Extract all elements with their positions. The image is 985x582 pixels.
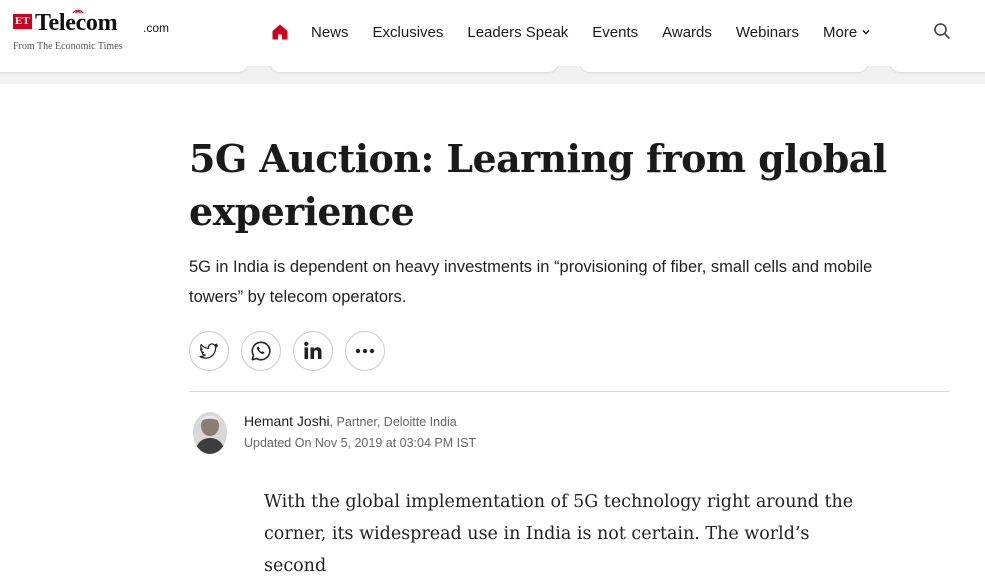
logo-et-badge: ET bbox=[13, 14, 32, 29]
nav-item-events[interactable]: Events bbox=[592, 24, 638, 41]
whatsapp-icon bbox=[251, 341, 271, 361]
updated-timestamp: Updated On Nov 5, 2019 at 03:04 PM IST bbox=[244, 436, 477, 450]
main-nav: News Exclusives Leaders Speak Events Awa… bbox=[271, 20, 871, 44]
logo-wordmark: Telecom bbox=[35, 10, 118, 36]
twitter-icon bbox=[199, 343, 218, 359]
subnav-strip bbox=[0, 66, 985, 84]
divider bbox=[189, 391, 949, 392]
nav-item-awards[interactable]: Awards bbox=[662, 24, 712, 41]
nav-item-exclusives[interactable]: Exclusives bbox=[373, 24, 444, 41]
share-more-button[interactable] bbox=[345, 331, 385, 371]
author-name-line: Hemant Joshi, Partner, Deloitte India bbox=[244, 413, 457, 429]
chevron-down-icon bbox=[862, 29, 870, 35]
logo-suffix: .com bbox=[143, 21, 170, 35]
share-twitter-button[interactable] bbox=[189, 331, 229, 371]
site-logo[interactable]: ET Telecom .com From The Economic Times bbox=[13, 9, 183, 54]
strip-card[interactable] bbox=[580, 66, 868, 72]
article-body: With the global implementation of 5G tec… bbox=[264, 492, 854, 576]
more-dots-icon bbox=[355, 348, 375, 354]
avatar[interactable] bbox=[193, 412, 227, 454]
logo-tagline: From The Economic Times bbox=[13, 41, 123, 52]
strip-card[interactable] bbox=[270, 66, 558, 72]
article-title: 5G Auction: Learning from global experie… bbox=[189, 136, 887, 234]
strip-card[interactable] bbox=[890, 66, 985, 72]
site-header: ET Telecom .com From The Economic Times … bbox=[0, 0, 985, 66]
share-linkedin-button[interactable] bbox=[293, 331, 333, 371]
author-name[interactable]: Hemant Joshi bbox=[244, 413, 330, 429]
nav-item-webinars[interactable]: Webinars bbox=[736, 24, 799, 41]
nav-more-button[interactable]: More bbox=[823, 24, 871, 41]
article-summary: 5G in India is dependent on heavy invest… bbox=[189, 258, 873, 306]
nav-item-news[interactable]: News bbox=[311, 24, 349, 41]
nav-more-label: More bbox=[822, 23, 858, 41]
share-bar bbox=[189, 331, 397, 371]
share-whatsapp-button[interactable] bbox=[241, 331, 281, 371]
home-icon[interactable] bbox=[271, 23, 289, 41]
author-role: , Partner, Deloitte India bbox=[329, 415, 457, 429]
author-block: Hemant Joshi, Partner, Deloitte India Up… bbox=[193, 412, 793, 456]
strip-card[interactable] bbox=[0, 66, 248, 72]
linkedin-icon bbox=[304, 341, 322, 359]
search-icon[interactable] bbox=[933, 22, 951, 40]
nav-item-leaders-speak[interactable]: Leaders Speak bbox=[467, 24, 568, 41]
